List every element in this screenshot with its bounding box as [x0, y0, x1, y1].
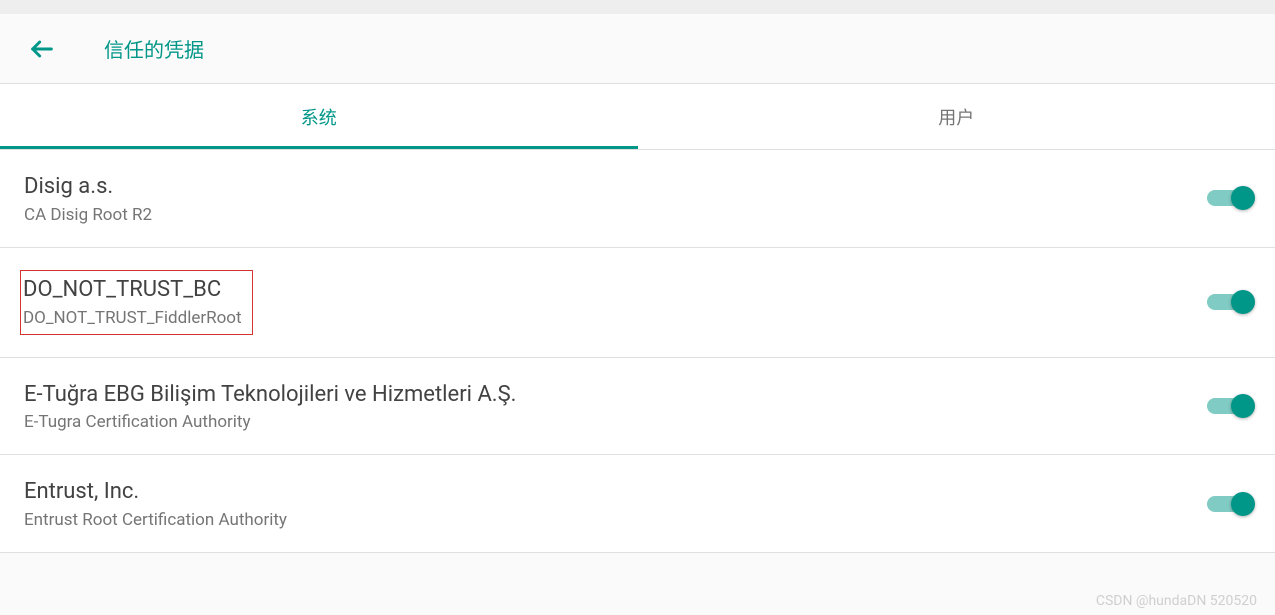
toggle-switch[interactable] [1207, 290, 1251, 314]
list-item[interactable]: Entrust, Inc. Entrust Root Certification… [0, 455, 1275, 553]
cert-info-highlighted: DO_NOT_TRUST_BC DO_NOT_TRUST_FiddlerRoot [20, 270, 253, 335]
list-item[interactable]: DO_NOT_TRUST_BC DO_NOT_TRUST_FiddlerRoot [0, 248, 1275, 358]
cert-title: E-Tuğra EBG Bilişim Teknolojileri ve Hiz… [24, 380, 516, 411]
switch-thumb [1231, 186, 1255, 210]
certificate-list: Disig a.s. CA Disig Root R2 DO_NOT_TRUST… [0, 150, 1275, 553]
cert-title: DO_NOT_TRUST_BC [23, 275, 242, 306]
tab-bar: 系统 用户 [0, 84, 1275, 150]
cert-info: Entrust, Inc. Entrust Root Certification… [24, 477, 287, 530]
toggle-switch[interactable] [1207, 186, 1251, 210]
cert-title: Entrust, Inc. [24, 477, 287, 508]
cert-subtitle: DO_NOT_TRUST_FiddlerRoot [23, 308, 242, 328]
cert-subtitle: E-Tugra Certification Authority [24, 412, 516, 432]
switch-thumb [1231, 290, 1255, 314]
cert-subtitle: Entrust Root Certification Authority [24, 510, 287, 530]
cert-subtitle: CA Disig Root R2 [24, 205, 152, 225]
tab-user-label: 用户 [938, 104, 974, 130]
tab-user[interactable]: 用户 [638, 84, 1275, 149]
tab-system[interactable]: 系统 [0, 84, 638, 149]
app-header: 信任的凭据 [0, 14, 1275, 84]
cert-info: E-Tuğra EBG Bilişim Teknolojileri ve Hiz… [24, 380, 516, 433]
status-bar-spacer [0, 0, 1275, 14]
list-item[interactable]: Disig a.s. CA Disig Root R2 [0, 150, 1275, 248]
toggle-switch[interactable] [1207, 394, 1251, 418]
switch-thumb [1231, 492, 1255, 516]
cert-info: Disig a.s. CA Disig Root R2 [24, 172, 152, 225]
page-title: 信任的凭据 [104, 34, 204, 63]
back-arrow-icon[interactable] [28, 35, 56, 63]
toggle-switch[interactable] [1207, 492, 1251, 516]
switch-thumb [1231, 394, 1255, 418]
watermark-text: CSDN @hundaDN 520520 [1096, 593, 1257, 609]
tab-system-label: 系统 [301, 104, 337, 130]
list-item[interactable]: E-Tuğra EBG Bilişim Teknolojileri ve Hiz… [0, 358, 1275, 456]
cert-title: Disig a.s. [24, 172, 152, 203]
